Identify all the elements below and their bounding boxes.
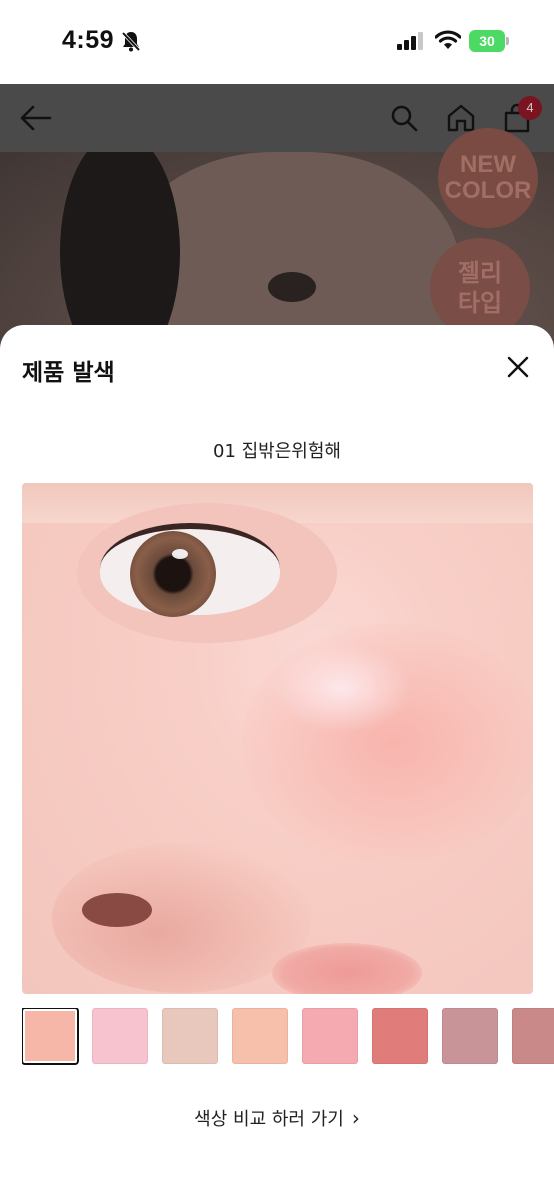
- compare-colors-link[interactable]: 색상 비교 하러 가기 ›: [0, 1105, 554, 1131]
- shade-swatch-7[interactable]: [442, 1008, 498, 1064]
- bell-muted-icon: [120, 30, 142, 56]
- wifi-icon: [434, 30, 462, 54]
- shade-swatch-4[interactable]: [232, 1008, 288, 1064]
- shade-swatch-8[interactable]: [512, 1008, 554, 1064]
- battery-icon: 30: [469, 30, 509, 52]
- color-swatch-sheet: 제품 발색 01 집밖은위험해 색상 비교 하러 가기 ›: [0, 325, 554, 1200]
- shade-swatch-5[interactable]: [302, 1008, 358, 1064]
- compare-colors-label: 색상 비교 하러 가기: [194, 1109, 344, 1130]
- chevron-right-icon: ›: [351, 1106, 360, 1130]
- cart-count-badge: 4: [518, 96, 542, 120]
- new-color-badge: NEW COLOR: [438, 128, 538, 228]
- cellular-signal-icon: [397, 32, 425, 54]
- shade-swatch-list: [22, 1008, 554, 1066]
- status-bar: 4:59 30: [0, 0, 554, 84]
- sheet-title: 제품 발색: [22, 360, 115, 386]
- shade-swatch-1[interactable]: [22, 1008, 79, 1065]
- shade-swatch-3[interactable]: [162, 1008, 218, 1064]
- shade-swatch-2[interactable]: [92, 1008, 148, 1064]
- shade-name: 01 집밖은위험해: [213, 441, 341, 462]
- search-icon[interactable]: [384, 98, 424, 138]
- close-icon[interactable]: [500, 349, 536, 385]
- shade-swatch-6[interactable]: [372, 1008, 428, 1064]
- swatch-photo: [22, 483, 533, 994]
- status-time: 4:59: [62, 26, 115, 54]
- battery-level: 30: [469, 30, 505, 52]
- jelly-type-badge: 젤리 타입: [430, 238, 530, 338]
- back-arrow-icon[interactable]: [16, 98, 56, 138]
